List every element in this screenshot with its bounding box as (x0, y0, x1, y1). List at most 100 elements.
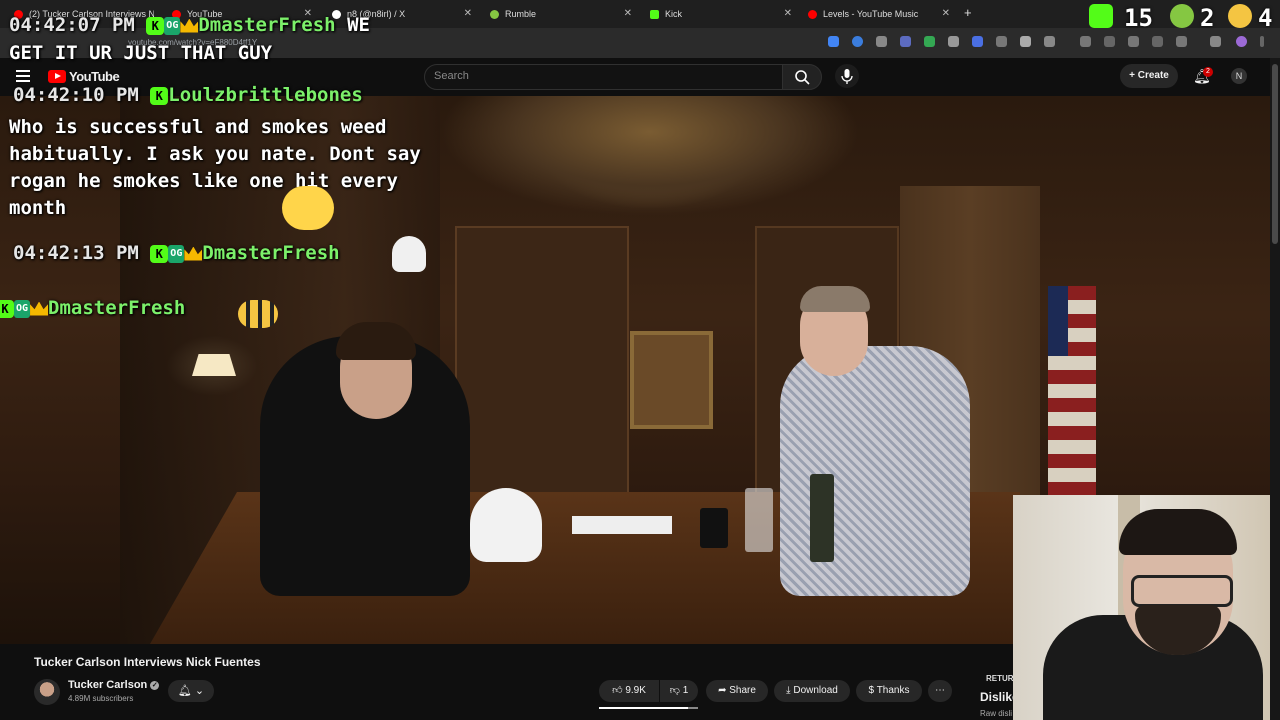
kick-viewer-count: 15 (1124, 4, 1153, 32)
chat-message-1-cont: GET IT UR JUST THAT GUY (9, 42, 273, 64)
search-icon (795, 70, 810, 85)
chevron-down-icon: ⌄ (194, 685, 205, 697)
video-title: Tucker Carlson Interviews Nick Fuentes (34, 655, 261, 669)
og-badge-icon: OG (14, 299, 31, 318)
puzzle-icon[interactable] (1044, 36, 1055, 47)
thanks-icon: $ (868, 685, 875, 696)
kebab-menu-icon[interactable] (1260, 36, 1264, 47)
sidebar-icon[interactable] (1152, 36, 1163, 47)
extension-icon[interactable] (1104, 36, 1115, 47)
subscriber-count: 4.89M subscribers (68, 694, 134, 703)
kick-badge-icon: K (150, 244, 169, 263)
other-viewer-count: 4 (1258, 4, 1273, 32)
lamp (192, 354, 236, 376)
like-ratio-bar (599, 707, 698, 709)
bell-icon: 🔔︎ (177, 685, 192, 697)
crown-icon (184, 246, 203, 261)
youtube-logo-icon[interactable] (48, 70, 66, 83)
search-input[interactable] (424, 64, 784, 90)
thanks-button[interactable]: $ Thanks (856, 680, 922, 702)
rumble-viewer-count: 2 (1200, 4, 1215, 32)
kick-badge-icon: K (150, 86, 169, 105)
channel-avatar[interactable] (34, 679, 60, 705)
guest-person (260, 322, 470, 596)
close-icon[interactable]: ✕ (784, 4, 792, 24)
chat-message-3: 04:42:13 PM K OG DmasterFresh (13, 242, 340, 264)
hamburger-menu-icon[interactable] (16, 70, 30, 85)
kick-favicon-icon (650, 10, 659, 20)
thumbs-up-icon: 👍︎ (612, 685, 623, 696)
menu-icon[interactable] (1210, 36, 1221, 47)
extension-icon[interactable] (852, 36, 863, 47)
streamer-webcam (1013, 495, 1280, 720)
chrome-icon[interactable] (828, 36, 839, 47)
search-button[interactable] (782, 64, 822, 90)
kick-viewers-icon (1089, 4, 1113, 28)
new-tab-button[interactable]: + (964, 5, 972, 20)
og-badge-icon: OG (168, 244, 185, 263)
crown-icon (180, 18, 199, 33)
chat-message-4: K OG DmasterFresh (0, 297, 185, 319)
ghost-emote-icon (470, 488, 542, 562)
american-flag (1048, 286, 1096, 506)
tab-rumble[interactable]: Rumble ✕ (490, 4, 632, 24)
more-actions-button[interactable]: ⋯ (928, 680, 952, 702)
og-badge-icon: OG (164, 16, 181, 35)
extension-icon[interactable] (1020, 36, 1031, 47)
plus-icon: + (1129, 70, 1138, 81)
history-icon[interactable] (1080, 36, 1091, 47)
kick-badge-icon: K (146, 16, 165, 35)
crown-icon (30, 301, 49, 316)
like-ratio-fill (599, 707, 689, 709)
close-icon[interactable]: ✕ (464, 4, 472, 24)
more-icon: ⋯ (935, 685, 945, 696)
channel-name[interactable]: Tucker Carlson ✓ (68, 679, 160, 691)
like-button[interactable]: 👍︎ 9.9K (599, 680, 659, 702)
profile-icon[interactable] (1236, 36, 1247, 47)
host-person (780, 286, 970, 596)
download-icon: ⤓ (786, 685, 791, 696)
rumble-favicon-icon (490, 10, 499, 20)
tab-kick[interactable]: Kick ✕ (650, 4, 792, 24)
create-button[interactable]: + Create (1120, 64, 1178, 88)
extension-icon[interactable] (924, 36, 935, 47)
raw-dislike-label: Raw disli (980, 709, 1013, 718)
duck-emote-icon (282, 186, 334, 230)
close-icon[interactable]: ✕ (624, 4, 632, 24)
viewers-icon (1228, 4, 1252, 28)
account-avatar[interactable]: N (1231, 68, 1247, 84)
tab-youtube-music[interactable]: Levels - YouTube Music ✕ (808, 4, 950, 24)
extension-icon[interactable] (900, 36, 911, 47)
code-icon[interactable] (1128, 36, 1139, 47)
extension-icon[interactable] (948, 36, 959, 47)
chat-message-2-text: Who is successful and smokes weed habitu… (9, 116, 421, 219)
extension-icon[interactable] (996, 36, 1007, 47)
dislike-button[interactable]: 👎︎ 1 (660, 680, 698, 702)
scrollbar-thumb[interactable] (1272, 64, 1278, 244)
extension-icon[interactable] (972, 36, 983, 47)
share-button[interactable]: ➦ Share (706, 680, 768, 702)
share-icon: ➦ (718, 685, 727, 696)
extension-icon[interactable] (876, 36, 887, 47)
verified-check-icon: ✓ (150, 680, 160, 690)
download-button[interactable]: ⤓ Download (774, 680, 850, 702)
page-scrollbar[interactable] (1270, 58, 1280, 720)
antler-chandelier (440, 96, 860, 216)
rumble-viewers-icon (1170, 4, 1194, 28)
youtube-music-favicon-icon (808, 10, 817, 20)
chat-message-1: 04:42:07 PM K OG DmasterFresh WE (9, 14, 370, 36)
search-placeholder: Search (434, 70, 469, 82)
thumbs-down-icon: 👎︎ (669, 685, 680, 696)
youtube-logo-text[interactable]: YouTube (69, 69, 120, 84)
notification-count-badge: 2 (1203, 67, 1213, 77)
dog-portrait (630, 331, 713, 429)
download-icon[interactable] (1176, 36, 1187, 47)
kick-badge-icon: K (0, 299, 14, 318)
ghost-emote-icon (392, 236, 426, 272)
close-icon[interactable]: ✕ (942, 4, 950, 24)
voice-search-button[interactable] (835, 64, 859, 88)
bee-emote-icon (238, 300, 278, 328)
chat-message-2-header: 04:42:10 PM K Loulzbrittlebones (13, 84, 363, 106)
notification-subscribe-button[interactable]: 🔔︎ ⌄ (168, 680, 214, 702)
microphone-icon (841, 69, 853, 84)
